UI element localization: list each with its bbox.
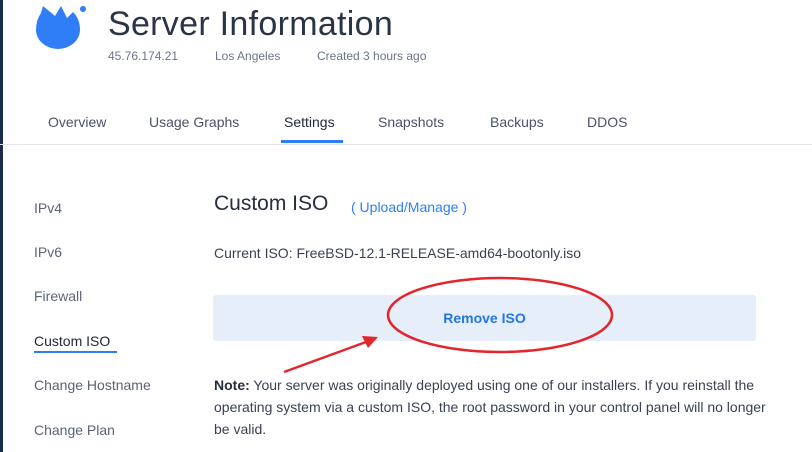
remove-iso-button[interactable]: Remove ISO [213, 295, 756, 341]
tab-backups[interactable]: Backups [490, 114, 544, 130]
current-iso-text: Current ISO: FreeBSD-12.1-RELEASE-amd64-… [214, 245, 582, 261]
droplet-logo-icon [36, 6, 86, 49]
note-body: Your server was originally deployed usin… [214, 377, 766, 437]
upload-manage-link[interactable]: ( Upload/Manage ) [351, 199, 467, 215]
sidebar-active-indicator [34, 351, 117, 353]
server-ip: 45.76.174.21 [108, 49, 179, 63]
sidebar-item-change-plan[interactable]: Change Plan [34, 422, 115, 438]
sidebar-item-ipv4[interactable]: IPv4 [34, 200, 62, 216]
server-created: Created 3 hours ago [317, 49, 427, 63]
tab-ddos[interactable]: DDOS [587, 114, 627, 130]
note-label: Note: [214, 377, 250, 393]
sidebar-item-change-hostname[interactable]: Change Hostname [34, 377, 151, 393]
page-title: Server Information [108, 5, 394, 43]
note-text: Note: Your server was originally deploye… [214, 374, 774, 440]
sidebar-item-firewall[interactable]: Firewall [34, 288, 82, 304]
sidebar-item-custom-iso[interactable]: Custom ISO [34, 333, 110, 349]
server-location: Los Angeles [215, 49, 281, 63]
tab-settings[interactable]: Settings [284, 114, 335, 130]
tab-overview[interactable]: Overview [48, 114, 106, 130]
section-title: Custom ISO [214, 192, 329, 215]
tabs-divider [0, 144, 812, 145]
active-tab-indicator [281, 140, 343, 143]
tab-usage-graphs[interactable]: Usage Graphs [149, 114, 239, 130]
sidebar-item-ipv6[interactable]: IPv6 [34, 244, 62, 260]
tab-snapshots[interactable]: Snapshots [378, 114, 444, 130]
annotation-arrow-line [283, 340, 367, 374]
window-left-edge [0, 0, 3, 452]
tab-bar: Overview Usage Graphs Settings Snapshots… [0, 104, 812, 146]
